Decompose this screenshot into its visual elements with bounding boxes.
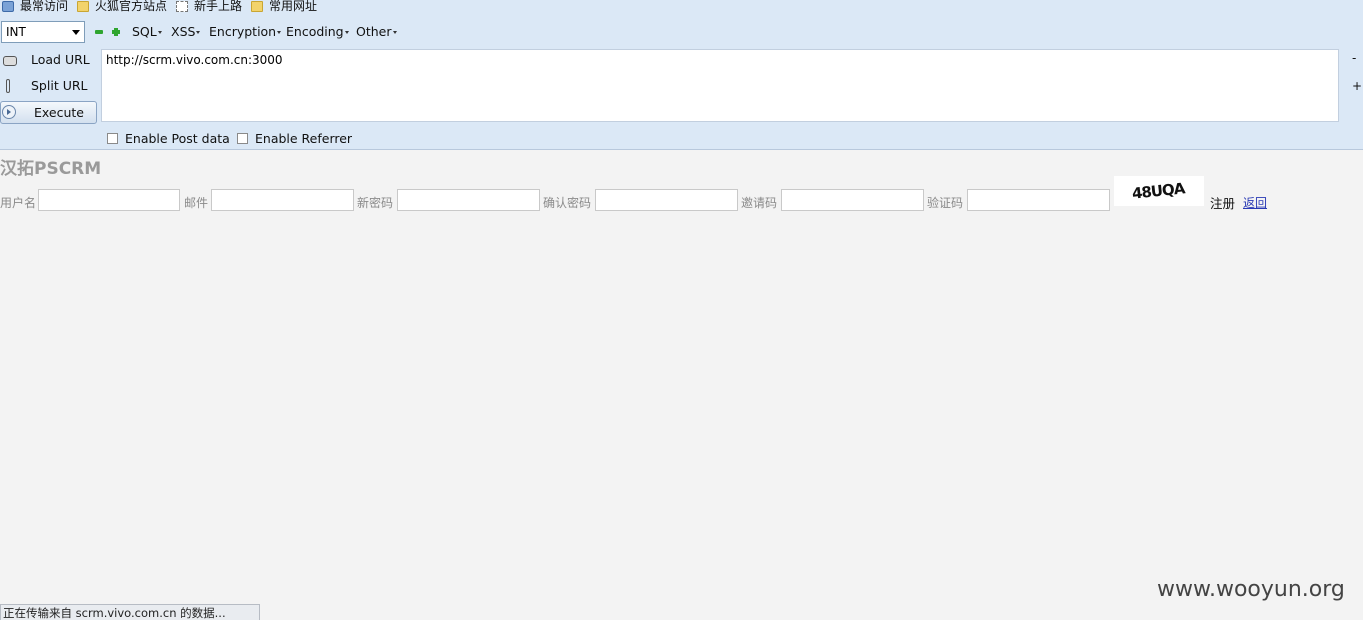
bookmarks-toolbar: 最常访问 火狐官方站点 新手上路 常用网址 xyxy=(0,0,1363,14)
bookmark-most-visited[interactable]: 最常访问 xyxy=(2,0,68,12)
menu-xss[interactable]: XSS xyxy=(171,24,201,40)
menu-xss-label: XSS xyxy=(171,24,196,39)
page-icon xyxy=(176,0,188,12)
load-url-label: Load URL xyxy=(31,52,90,67)
split-url-button[interactable]: Split URL xyxy=(0,75,96,97)
url-textarea[interactable]: http://scrm.vivo.com.cn:3000 xyxy=(101,49,1339,122)
bookmark-label: 新手上路 xyxy=(194,0,243,13)
confirm-password-label: 确认密码 xyxy=(543,196,592,210)
menu-other-label: Other xyxy=(356,24,392,39)
caret-down-icon xyxy=(196,31,201,34)
new-password-label: 新密码 xyxy=(357,196,394,210)
captcha-label: 验证码 xyxy=(927,196,964,210)
shrink-button[interactable]: - xyxy=(1352,51,1356,65)
url-value: http://scrm.vivo.com.cn:3000 xyxy=(106,53,283,67)
type-select[interactable]: INT xyxy=(1,21,85,43)
invite-code-label: 邀请码 xyxy=(741,196,778,210)
bookmark-label: 火狐官方站点 xyxy=(95,0,168,13)
bookmark-firefox-site[interactable]: 火狐官方站点 xyxy=(77,0,167,12)
caret-down-icon xyxy=(157,31,162,34)
enable-referrer-label: Enable Referrer xyxy=(255,131,353,146)
register-button[interactable]: 注册 xyxy=(1210,193,1235,212)
play-icon xyxy=(2,105,16,119)
bookmark-getting-started[interactable]: 新手上路 xyxy=(176,0,242,12)
email-label: 邮件 xyxy=(184,196,209,210)
checkbox-box[interactable] xyxy=(107,133,118,144)
enable-post-label: Enable Post data xyxy=(125,131,230,146)
plus-icon[interactable] xyxy=(112,28,120,36)
enable-referrer-checkbox[interactable]: Enable Referrer xyxy=(237,131,352,146)
captcha-text: 48UQA xyxy=(1131,179,1186,203)
checkbox-box[interactable] xyxy=(237,133,248,144)
status-text: 正在传输来自 scrm.vivo.com.cn 的数据... xyxy=(3,606,226,620)
minus-icon[interactable] xyxy=(95,28,103,36)
recent-icon xyxy=(2,0,14,12)
caret-down-icon xyxy=(392,31,397,34)
invite-code-input[interactable] xyxy=(781,189,924,211)
menu-encryption-label: Encryption xyxy=(209,24,277,39)
execute-button[interactable]: Execute xyxy=(0,101,97,124)
hackbar-panel: INT SQL XSS Encryption Encoding Other Lo… xyxy=(0,14,1363,150)
bookmark-label: 常用网址 xyxy=(269,0,318,13)
type-select-value: INT xyxy=(6,25,26,39)
captcha-input[interactable] xyxy=(967,189,1110,211)
menu-sql[interactable]: SQL xyxy=(132,24,162,40)
load-url-icon xyxy=(3,56,17,66)
grow-button[interactable]: + xyxy=(1352,79,1362,93)
scissors-icon xyxy=(3,79,17,93)
chevron-down-icon xyxy=(72,30,80,35)
register-form: 用户名 邮件 新密码 确认密码 邀请码 验证码 xyxy=(0,188,1300,214)
menu-encryption[interactable]: Encryption xyxy=(209,24,282,40)
menu-encoding[interactable]: Encoding xyxy=(286,24,349,40)
enable-post-checkbox[interactable]: Enable Post data xyxy=(107,131,230,146)
folder-icon xyxy=(251,0,263,12)
folder-icon xyxy=(77,0,89,12)
execute-label: Execute xyxy=(34,105,84,120)
back-link[interactable]: 返回 xyxy=(1243,194,1267,211)
username-input[interactable] xyxy=(38,189,180,211)
split-url-label: Split URL xyxy=(31,78,88,93)
page-title: 汉拓PSCRM xyxy=(0,159,102,179)
new-password-input[interactable] xyxy=(397,189,540,211)
menu-encoding-label: Encoding xyxy=(286,24,344,39)
load-url-button[interactable]: Load URL xyxy=(0,49,96,71)
bookmark-label: 最常访问 xyxy=(20,0,69,13)
watermark: www.wooyun.org xyxy=(1157,577,1345,602)
username-label: 用户名 xyxy=(0,196,37,210)
caret-down-icon xyxy=(344,31,349,34)
menu-sql-label: SQL xyxy=(132,24,157,39)
email-input[interactable] xyxy=(211,189,354,211)
confirm-password-input[interactable] xyxy=(595,189,738,211)
bookmark-common-sites[interactable]: 常用网址 xyxy=(251,0,317,12)
captcha-image[interactable]: 48UQA xyxy=(1114,176,1204,206)
menu-other[interactable]: Other xyxy=(356,24,397,40)
status-bar: 正在传输来自 scrm.vivo.com.cn 的数据... xyxy=(0,604,260,620)
caret-down-icon xyxy=(277,31,282,34)
